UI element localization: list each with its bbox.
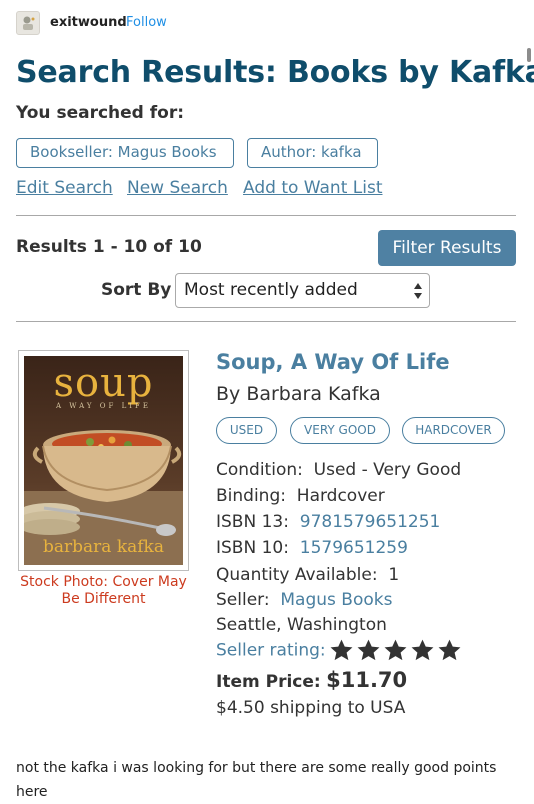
isbn13-link[interactable]: 9781579651251 [300,512,441,532]
star-icon [411,639,434,661]
book-cover-image[interactable]: soup A WAY OF LIFE barbara kafka [18,350,189,571]
book-author: By Barbara Kafka [216,383,381,405]
isbn10-label: ISBN 10: [216,538,289,558]
shipping-info: $4.50 shipping to USA [216,698,406,718]
edit-search-link[interactable]: Edit Search [16,178,113,198]
filter-chip-author[interactable]: Author: kafka [247,138,378,168]
sort-select-value: Most recently added [184,280,358,300]
cover-title: soup [53,360,154,406]
seller-location: Seattle, Washington [216,615,387,635]
condition-row: Condition: Used - Very Good [216,460,461,480]
sort-select[interactable]: Most recently added [175,273,430,308]
cover-author: barbara kafka [43,537,164,557]
quantity-row: Quantity Available: 1 [216,565,399,585]
item-price-label: Item Price: [216,672,321,692]
filter-results-button[interactable]: Filter Results [378,230,516,266]
badge-used: USED [216,417,277,444]
star-icon [384,639,407,661]
follow-button[interactable]: Follow [126,15,167,30]
condition-value: Used - Very Good [313,460,462,480]
isbn10-link[interactable]: 1579651259 [300,538,408,558]
cover-subtitle: A WAY OF LIFE [56,402,151,410]
star-icon [357,639,380,661]
binding-label: Binding: [216,486,286,506]
divider [16,215,516,216]
badge-very-good: VERY GOOD [290,417,390,444]
star-icon [438,639,461,661]
add-to-want-list-link[interactable]: Add to Want List [243,178,383,198]
page-title: Search Results: Books by Kafka [16,55,534,90]
book-title-link[interactable]: Soup, A Way Of Life [216,350,450,374]
seller-rating-link[interactable]: Seller rating: [216,641,326,661]
searched-for-label: You searched for: [16,103,185,123]
stock-photo-note: Stock Photo: Cover May Be Different [20,574,187,607]
new-search-link[interactable]: New Search [127,178,228,198]
seller-rating-stars [328,638,463,663]
star-icon [330,639,353,661]
isbn10-row: ISBN 10: 1579651259 [216,538,408,558]
isbn13-label: ISBN 13: [216,512,289,532]
seller-label: Seller: [216,590,270,610]
badge-hardcover: HARDCOVER [402,417,505,444]
seller-link[interactable]: Magus Books [280,590,392,610]
username[interactable]: exitwound [50,15,127,30]
filter-chip-bookseller[interactable]: Bookseller: Magus Books [16,138,234,168]
binding-row: Binding: Hardcover [216,486,385,506]
avatar[interactable] [16,11,40,35]
isbn13-row: ISBN 13: 9781579651251 [216,512,440,532]
quantity-label: Quantity Available: [216,565,378,585]
seller-row: Seller: Magus Books [216,590,392,610]
seller-rating-row: Seller rating: [216,638,463,663]
divider [16,321,516,322]
sort-by-label: Sort By [101,280,172,300]
avatar-image [23,16,35,30]
price-row: Item Price: $11.70 [216,668,407,692]
binding-value: Hardcover [296,486,385,506]
item-price-value: $11.70 [326,668,408,692]
condition-label: Condition: [216,460,303,480]
post-caption: not the kafka i was looking for but ther… [16,760,497,800]
quantity-value: 1 [388,565,400,585]
select-updown-icon [414,283,422,299]
results-count: Results 1 - 10 of 10 [16,237,202,257]
cover-artwork: soup A WAY OF LIFE barbara kafka [24,356,183,565]
